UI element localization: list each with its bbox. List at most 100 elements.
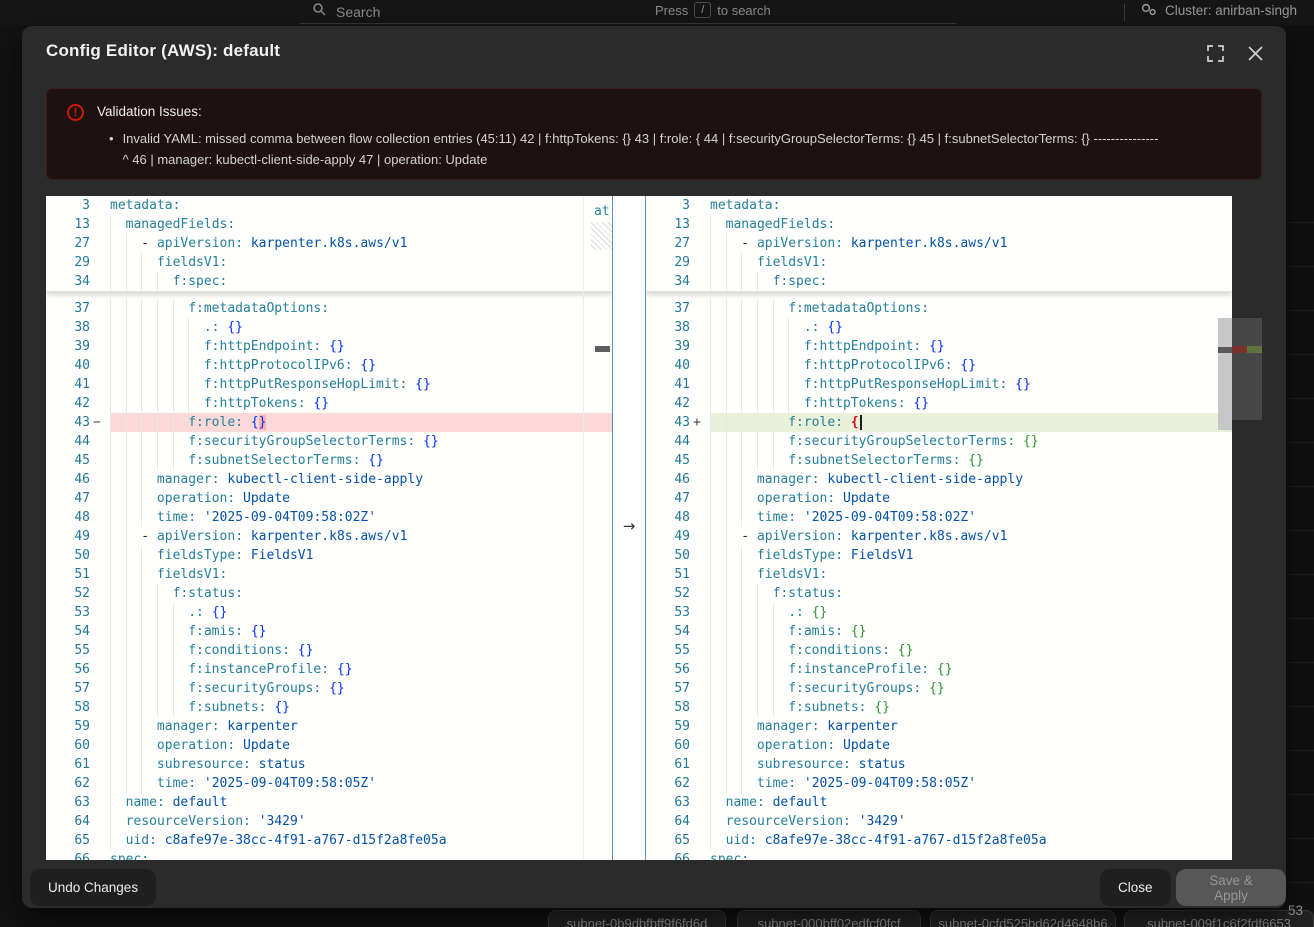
code-line[interactable]: 29 fieldsV1: bbox=[646, 253, 1232, 272]
undo-changes-button[interactable]: Undo Changes bbox=[30, 869, 156, 906]
code-line[interactable]: 64 resourceVersion: '3429' bbox=[46, 812, 612, 831]
code-line[interactable]: 52 f:status: bbox=[646, 584, 1232, 603]
line-number: 58 bbox=[646, 698, 690, 717]
code-line[interactable]: 66spec: bbox=[646, 850, 1232, 860]
code-line[interactable]: 58 f:subnets: {} bbox=[46, 698, 612, 717]
clipped-text-artifact: at bbox=[594, 202, 612, 220]
revert-change-arrow[interactable]: → bbox=[612, 516, 646, 535]
code-line[interactable]: 63 name: default bbox=[646, 793, 1232, 812]
original-code-lines: 37 f:metadataOptions:38 .: {}39 f:httpEn… bbox=[46, 299, 612, 860]
code-line[interactable]: 47 operation: Update bbox=[46, 489, 612, 508]
code-line[interactable]: 57 f:securityGroups: {} bbox=[646, 679, 1232, 698]
code-line[interactable]: 51 fieldsV1: bbox=[46, 565, 612, 584]
code-line[interactable]: 29 fieldsV1: bbox=[46, 253, 612, 272]
diff-sign bbox=[690, 793, 710, 812]
code-line[interactable]: 42 f:httpTokens: {} bbox=[46, 394, 612, 413]
code-line[interactable]: 55 f:conditions: {} bbox=[646, 641, 1232, 660]
code-line[interactable]: 59 manager: karpenter bbox=[46, 717, 612, 736]
code-line[interactable]: 41 f:httpPutResponseHopLimit: {} bbox=[646, 375, 1232, 394]
slash-keycap: / bbox=[694, 2, 711, 18]
code-line[interactable]: 34 f:spec: bbox=[46, 272, 612, 291]
code-line[interactable]: 62 time: '2025-09-04T09:58:05Z' bbox=[646, 774, 1232, 793]
diff-sign bbox=[690, 375, 710, 394]
code-line[interactable]: 53 .: {} bbox=[46, 603, 612, 622]
code-line[interactable]: 34 f:spec: bbox=[646, 272, 1232, 291]
code-line[interactable]: 44 f:securityGroupSelectorTerms: {} bbox=[46, 432, 612, 451]
save-apply-button[interactable]: Save & Apply bbox=[1176, 869, 1286, 906]
code-line[interactable]: 37 f:metadataOptions: bbox=[46, 299, 612, 318]
diff-overview-ruler[interactable] bbox=[1232, 196, 1262, 860]
code-line[interactable]: 65 uid: c8afe97e-38cc-4f91-a767-d15f2a8f… bbox=[46, 831, 612, 850]
code-line[interactable]: 61 subresource: status bbox=[46, 755, 612, 774]
cluster-selector[interactable]: Cluster: anirban-singh bbox=[1140, 1, 1314, 20]
code-line[interactable]: 53 .: {} bbox=[646, 603, 1232, 622]
close-button[interactable]: Close bbox=[1100, 869, 1171, 906]
line-number: 59 bbox=[646, 717, 690, 736]
code-line[interactable]: 60 operation: Update bbox=[46, 736, 612, 755]
code-line[interactable]: 57 f:securityGroups: {} bbox=[46, 679, 612, 698]
code-line[interactable]: 40 f:httpProtocolIPv6: {} bbox=[46, 356, 612, 375]
code-line[interactable]: 40 f:httpProtocolIPv6: {} bbox=[646, 356, 1232, 375]
table-row-divider bbox=[1286, 486, 1314, 487]
code-line[interactable]: 65 uid: c8afe97e-38cc-4f91-a767-d15f2a8f… bbox=[646, 831, 1232, 850]
code-line[interactable]: 48 time: '2025-09-04T09:58:02Z' bbox=[46, 508, 612, 527]
fullscreen-button[interactable] bbox=[1204, 42, 1226, 64]
code-line[interactable]: 38 .: {} bbox=[46, 318, 612, 337]
diff-sign bbox=[90, 831, 110, 850]
line-number: 41 bbox=[46, 375, 90, 394]
code-line[interactable]: 59 manager: karpenter bbox=[646, 717, 1232, 736]
line-number: 64 bbox=[46, 812, 90, 831]
close-dialog-button[interactable] bbox=[1244, 42, 1266, 64]
code-line[interactable]: 63 name: default bbox=[46, 793, 612, 812]
diff-original-pane[interactable]: 3metadata:13 managedFields:27 - apiVersi… bbox=[46, 196, 612, 860]
code-line[interactable]: 54 f:amis: {} bbox=[46, 622, 612, 641]
line-number: 37 bbox=[646, 299, 690, 318]
code-line[interactable]: 44 f:securityGroupSelectorTerms: {} bbox=[646, 432, 1232, 451]
code-line[interactable]: 50 fieldsType: FieldsV1 bbox=[46, 546, 612, 565]
code-line[interactable]: 27 - apiVersion: karpenter.k8s.aws/v1 bbox=[646, 234, 1232, 253]
code-line[interactable]: 58 f:subnets: {} bbox=[646, 698, 1232, 717]
code-line[interactable]: 54 f:amis: {} bbox=[646, 622, 1232, 641]
diff-sign bbox=[90, 508, 110, 527]
code-line[interactable]: 52 f:status: bbox=[46, 584, 612, 603]
code-line[interactable]: 39 f:httpEndpoint: {} bbox=[46, 337, 612, 356]
code-line[interactable]: 46 manager: kubectl-client-side-apply bbox=[46, 470, 612, 489]
code-line[interactable]: 45 f:subnetSelectorTerms: {} bbox=[46, 451, 612, 470]
code-line[interactable]: 60 operation: Update bbox=[646, 736, 1232, 755]
code-line[interactable]: 55 f:conditions: {} bbox=[46, 641, 612, 660]
code-line[interactable]: 45 f:subnetSelectorTerms: {} bbox=[646, 451, 1232, 470]
code-line[interactable]: 51 fieldsV1: bbox=[646, 565, 1232, 584]
line-number: 42 bbox=[646, 394, 690, 413]
code-line[interactable]: 3metadata: bbox=[646, 196, 1232, 215]
code-line[interactable]: 62 time: '2025-09-04T09:58:05Z' bbox=[46, 774, 612, 793]
code-line[interactable]: 13 managedFields: bbox=[646, 215, 1232, 234]
code-line[interactable]: 37 f:metadataOptions: bbox=[646, 299, 1232, 318]
code-line[interactable]: 41 f:httpPutResponseHopLimit: {} bbox=[46, 375, 612, 394]
code-line[interactable]: 42 f:httpTokens: {} bbox=[646, 394, 1232, 413]
code-line[interactable]: 49 - apiVersion: karpenter.k8s.aws/v1 bbox=[646, 527, 1232, 546]
code-line[interactable]: 39 f:httpEndpoint: {} bbox=[646, 337, 1232, 356]
code-line[interactable]: 43− f:role: {} bbox=[46, 413, 612, 432]
code-line[interactable]: 56 f:instanceProfile: {} bbox=[46, 660, 612, 679]
code-line[interactable]: 64 resourceVersion: '3429' bbox=[646, 812, 1232, 831]
code-line[interactable]: 38 .: {} bbox=[646, 318, 1232, 337]
diff-sign bbox=[90, 451, 110, 470]
scrollbar-slider[interactable] bbox=[1218, 318, 1232, 430]
code-line[interactable]: 3metadata: bbox=[46, 196, 612, 215]
code-line[interactable]: 56 f:instanceProfile: {} bbox=[646, 660, 1232, 679]
code-line[interactable]: 66spec: bbox=[46, 850, 612, 860]
diff-sign bbox=[690, 717, 710, 736]
global-search-field[interactable]: Search bbox=[300, 0, 956, 24]
code-line[interactable]: 50 fieldsType: FieldsV1 bbox=[646, 546, 1232, 565]
diff-modified-pane[interactable]: 3metadata:13 managedFields:27 - apiVersi… bbox=[646, 196, 1232, 860]
search-icon bbox=[312, 2, 326, 21]
code-line[interactable]: 61 subresource: status bbox=[646, 755, 1232, 774]
code-line[interactable]: 43+ f:role: { bbox=[646, 413, 1232, 432]
code-line[interactable]: 49 - apiVersion: karpenter.k8s.aws/v1 bbox=[46, 527, 612, 546]
code-line[interactable]: 46 manager: kubectl-client-side-apply bbox=[646, 470, 1232, 489]
code-line[interactable]: 47 operation: Update bbox=[646, 489, 1232, 508]
code-line[interactable]: 27 - apiVersion: karpenter.k8s.aws/v1 bbox=[46, 234, 612, 253]
table-row-divider bbox=[1286, 398, 1314, 399]
code-line[interactable]: 13 managedFields: bbox=[46, 215, 612, 234]
code-line[interactable]: 48 time: '2025-09-04T09:58:02Z' bbox=[646, 508, 1232, 527]
